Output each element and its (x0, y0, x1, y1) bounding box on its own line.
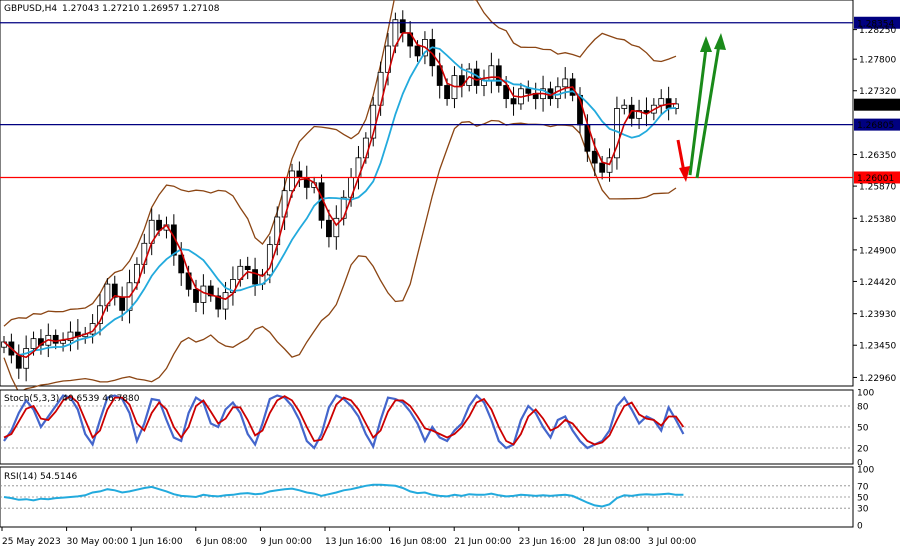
candle-body (510, 98, 517, 105)
price-axis: 1.28250 1.27800 1.27320 1.26350 1.25870 1.253… (853, 26, 900, 384)
chart: 1.283541.268051.26001 GBPUSD,H4 1.27043 … (0, 0, 900, 547)
time-tick-label: 6 Jun 08:00 (196, 537, 248, 547)
candle-body (156, 219, 162, 231)
current-price-label: 1.27108 (857, 101, 894, 111)
stochastic-panel: Stoch(5,3,3) 40.6539 46.7880 (0, 389, 854, 465)
price-tick-label: 1.25380 (859, 215, 896, 225)
candle-body (525, 88, 532, 94)
candle-body (599, 162, 606, 173)
price-panel: 1.283541.268051.26001 GBPUSD,H4 1.27043 … (0, 0, 900, 394)
candle-body (200, 285, 207, 303)
price-tick-label: 1.25870 (859, 183, 896, 193)
chart-symbol-info: GBPUSD,H4 (4, 4, 57, 14)
stochastic-tick-label: 80 (857, 403, 869, 413)
price-tick-label: 1.22960 (859, 374, 896, 384)
candle-body (399, 19, 406, 34)
rsi-panel: RSI(14) 54.5146 (0, 466, 854, 528)
candle-body (15, 354, 22, 369)
candle-body (119, 296, 126, 311)
price-tick-label: 1.24900 (859, 246, 896, 256)
time-tick-label: 13 Jun 16:00 (325, 537, 382, 547)
time-tick-label: 3 Jul 00:00 (648, 537, 697, 547)
candle-body (252, 269, 258, 285)
candle-body (621, 104, 628, 109)
time-tick-label: 1 Jun 16:00 (131, 537, 183, 547)
rsi-label: RSI(14) 54.5146 (4, 472, 77, 482)
stochastic-label: Stoch(5,3,3) 40.6539 46.7880 (4, 394, 140, 404)
stochastic-axis: 1008050200 (857, 389, 874, 469)
rsi-tick-label: 0 (857, 522, 863, 532)
time-tick-label: 21 Jun 00:00 (454, 537, 511, 547)
time-tick-label: 25 May 2023 (2, 537, 61, 547)
candle-body (414, 45, 421, 57)
candle-body (562, 78, 569, 88)
time-tick-label: 16 Jun 08:00 (390, 537, 447, 547)
candle-body (60, 340, 66, 344)
time-axis: 25 May 2023 30 May 00:00 1 Jun 16:00 6 Jun … (1, 527, 697, 547)
price-tick-label: 1.27800 (859, 56, 896, 66)
candle-body (362, 137, 369, 159)
candle-body (289, 170, 295, 192)
rsi-tick-label: 50 (857, 494, 869, 504)
price-tick-label: 1.28250 (859, 26, 896, 36)
candle-body (30, 338, 37, 349)
level-tag-label: 1.26805 (857, 121, 894, 131)
candle-body (296, 170, 303, 178)
rsi-tick-label: 30 (857, 505, 869, 515)
stochastic-tick-label: 20 (857, 445, 869, 455)
candle-body (658, 98, 665, 106)
candle-body (244, 265, 251, 271)
time-tick-label: 28 Jun 08:00 (583, 537, 640, 547)
candle-body (23, 348, 30, 369)
chart-ohlc-info: 1.27043 1.27210 1.26957 1.27108 (62, 4, 220, 14)
rsi-tick-label: 100 (857, 466, 874, 476)
time-tick-label: 23 Jun 16:00 (519, 537, 576, 547)
candle-body (495, 65, 502, 86)
rsi-tick-label: 70 (857, 482, 869, 492)
price-tick-label: 1.26350 (859, 151, 896, 161)
price-tick-label: 1.23930 (859, 310, 896, 320)
price-tick-label: 1.23450 (859, 342, 896, 352)
candle-body (326, 219, 332, 238)
time-tick-label: 9 Jun 00:00 (260, 537, 312, 547)
candle-body (444, 85, 450, 100)
price-tick-label: 1.24420 (859, 278, 896, 288)
stochastic-tick-label: 50 (857, 424, 869, 434)
candle-body (193, 288, 199, 303)
price-tick-label: 1.27320 (859, 87, 896, 97)
candle-body (591, 150, 598, 164)
rsi-axis: 100 70 5030 0 (857, 466, 874, 532)
stochastic-tick-label: 100 (857, 389, 874, 399)
candle-body (222, 292, 229, 310)
time-tick-label: 30 May 00:00 (67, 537, 129, 547)
price-panel-frame (0, 0, 854, 387)
